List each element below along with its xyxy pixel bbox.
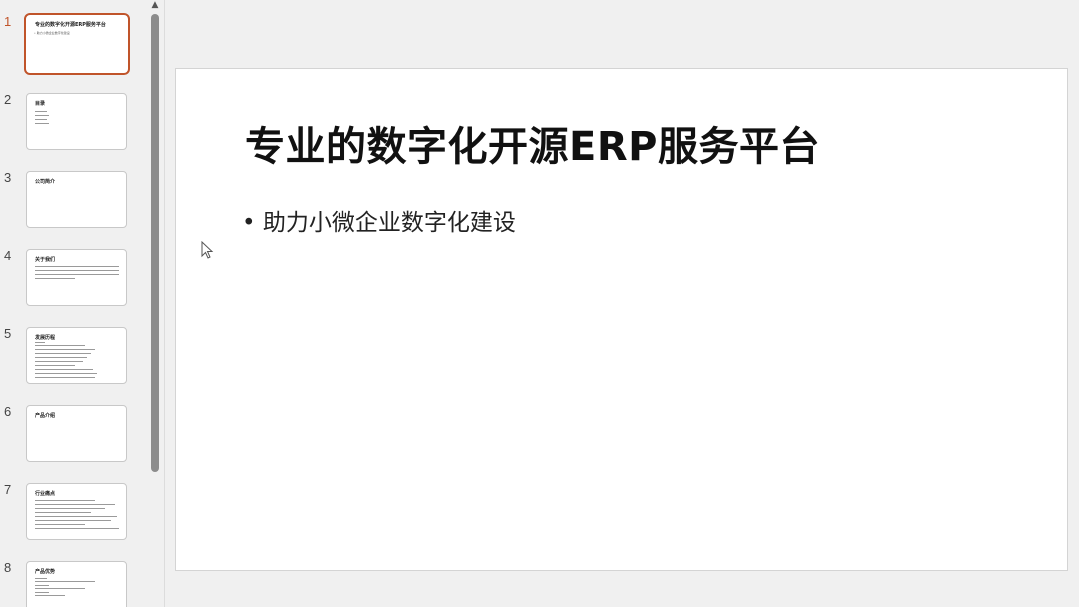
slide-number: 4: [4, 248, 12, 263]
thumbnail-title: 产品介绍: [35, 413, 56, 419]
slide-editor-area: 专业的数字化开源ERP服务平台 • 助力小微企业数字化建设: [165, 0, 1079, 607]
slide-thumbnail-6[interactable]: 产品介绍: [26, 405, 127, 462]
slide-thumbnail-5[interactable]: 发展历程: [26, 327, 127, 384]
slide-thumbnail-3[interactable]: 公司简介: [26, 171, 127, 228]
thumbnail-title: 专业的数字化开源ERP服务平台: [35, 22, 106, 28]
slide-number: 7: [4, 482, 12, 497]
thumbnail-title: 发展历程: [35, 335, 56, 341]
slide-number: 2: [4, 92, 12, 107]
slide-thumbnail-row[interactable]: 6 产品介绍: [0, 404, 146, 468]
scrollbar-thumb[interactable]: [151, 14, 159, 472]
thumbnail-title: 行业痛点: [35, 491, 56, 497]
thumbnail-scrollbar[interactable]: ▲: [146, 0, 164, 607]
slide-thumbnail-row[interactable]: 5 发展历程: [0, 326, 146, 390]
scroll-up-arrow-icon[interactable]: ▲: [150, 0, 160, 10]
thumbnail-title: 产品优势: [35, 569, 56, 575]
slide-thumbnail-row[interactable]: 4 关于我们: [0, 248, 146, 312]
slide-number: 8: [4, 560, 12, 575]
slide-number: 6: [4, 404, 12, 419]
slide-title[interactable]: 专业的数字化开源ERP服务平台: [245, 114, 820, 172]
slide-thumbnail-row[interactable]: 3 公司简介: [0, 170, 146, 234]
slide-number: 1: [4, 14, 12, 29]
slide-bullet[interactable]: • 助力小微企业数字化建设: [242, 203, 516, 237]
slide-thumbnail-1[interactable]: 专业的数字化开源ERP服务平台 • 助力小微企业数字化建设: [24, 13, 130, 75]
slide-thumbnail-row[interactable]: 1 专业的数字化开源ERP服务平台 • 助力小微企业数字化建设: [0, 13, 146, 78]
slide-thumbnail-pane: 1 专业的数字化开源ERP服务平台 • 助力小微企业数字化建设 2 目录 3 公…: [0, 0, 146, 607]
slide-thumbnail-row[interactable]: 8 产品优势: [0, 560, 146, 607]
slide-number: 5: [4, 326, 12, 341]
mouse-pointer-icon: [201, 241, 214, 259]
thumbnail-title: 关于我们: [35, 257, 56, 263]
slide-thumbnail-4[interactable]: 关于我们: [26, 249, 127, 306]
slide-thumbnail-7[interactable]: 行业痛点: [26, 483, 127, 540]
slide-thumbnail-row[interactable]: 7 行业痛点: [0, 482, 146, 546]
thumbnail-title: 公司简介: [35, 179, 56, 185]
slide-canvas[interactable]: 专业的数字化开源ERP服务平台 • 助力小微企业数字化建设: [175, 68, 1068, 571]
slide-thumbnail-8[interactable]: 产品优势: [26, 561, 127, 607]
slide-number: 3: [4, 170, 12, 185]
slide-thumbnail-row[interactable]: 2 目录: [0, 92, 146, 156]
slide-thumbnail-2[interactable]: 目录: [26, 93, 127, 150]
thumbnail-body: • 助力小微企业数字化建设: [34, 31, 70, 35]
thumbnail-title: 目录: [35, 101, 46, 107]
